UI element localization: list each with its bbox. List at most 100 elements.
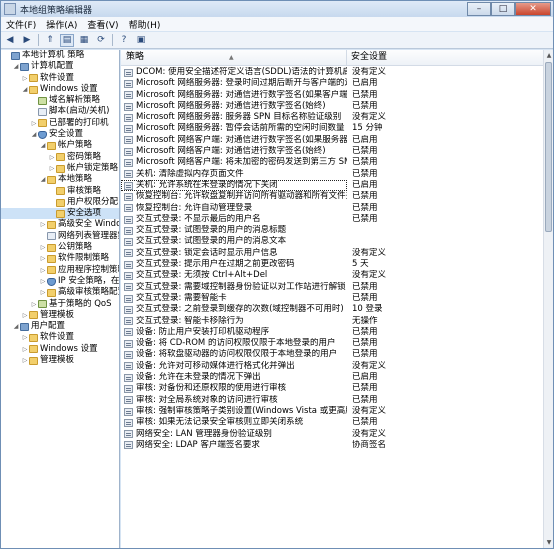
tree-item[interactable]: ◢ 计算机配置 <box>1 61 119 72</box>
expand-toggle-icon[interactable]: ▷ <box>39 276 47 287</box>
policy-row[interactable]: 恢复控制台: 允许自动管理登录 已禁用 <box>121 203 543 214</box>
tree-item[interactable]: ▷ 高级审核策略配置 <box>1 287 119 298</box>
policy-row[interactable]: Microsoft 网络服务器: 暂停会话前所需的空闲时间数量 15 分钟 <box>121 123 543 134</box>
policy-row[interactable]: 审核: 对全局系统对象的访问进行审核 已禁用 <box>121 395 543 406</box>
policy-row[interactable]: Microsoft 网络服务器: 对通信进行数字签名(始终) 已禁用 <box>121 101 543 112</box>
policy-row[interactable]: 交互式登录: 锁定会话时显示用户信息 没有定义 <box>121 248 543 259</box>
policy-row[interactable]: 设备: 允许在未登录的情况下弹出 已启用 <box>121 372 543 383</box>
tree-item[interactable]: ▷ IP 安全策略，在 <box>1 276 119 287</box>
policy-row[interactable]: 交互式登录: 提示用户在过期之前更改密码 5 天 <box>121 259 543 270</box>
policy-row[interactable]: 关机: 清除虚拟内存页面文件 已禁用 <box>121 169 543 180</box>
policy-row[interactable]: 设备: 将软盘驱动器的访问权限仅限于本地登录的用户 已禁用 <box>121 349 543 360</box>
policy-row[interactable]: 网络安全: LDAP 客户端签名要求 协商签名 <box>121 440 543 451</box>
tree-item[interactable]: ◢ 安全设置 <box>1 129 119 140</box>
menu-action[interactable]: 操作(A) <box>41 18 82 31</box>
vertical-scrollbar[interactable]: ▲ ▼ <box>543 50 553 548</box>
policy-row[interactable]: 审核: 强制审核策略子类别设置(Windows Vista 或更高版本... 没有… <box>121 406 543 417</box>
properties-icon[interactable]: ▣ <box>134 34 148 47</box>
refresh-icon[interactable]: ⟳ <box>94 34 108 47</box>
tree-item[interactable]: ◢ 用户配置 <box>1 321 119 332</box>
policy-row[interactable]: Microsoft 网络服务器: 对通信进行数字签名(如果客户端允... 已禁用 <box>121 90 543 101</box>
minimize-button[interactable]: – <box>467 2 491 16</box>
policy-row[interactable]: Microsoft 网络服务器: 登录时间过期后断开与客户端的连接 已启用 <box>121 78 543 89</box>
up-folder-icon[interactable]: ⇑ <box>43 34 57 47</box>
scrollbar-thumb[interactable] <box>545 62 552 232</box>
tree-item[interactable]: ◢ 帐户策略 <box>1 140 119 151</box>
expand-toggle-icon[interactable]: ▷ <box>39 253 47 264</box>
scroll-up-icon[interactable]: ▲ <box>544 50 553 61</box>
expand-toggle-icon[interactable]: ◢ <box>39 140 47 151</box>
policy-row[interactable]: 交互式登录: 试图登录的用户的消息文本 <box>121 236 543 247</box>
tree-item[interactable]: 域名解析策略 <box>1 95 119 106</box>
forward-arrow-icon[interactable]: ▶ <box>20 34 34 47</box>
expand-toggle-icon[interactable]: ▷ <box>39 265 47 276</box>
policy-row[interactable]: 网络安全: LAN 管理器身份验证级别 没有定义 <box>121 429 543 440</box>
tree-item[interactable]: ◢ Windows 设置 <box>1 84 119 95</box>
policy-row[interactable]: DCOM: 使用安全描述符定义语言(SDDL)语法的计算机启动... 没有定义 <box>121 67 543 78</box>
back-arrow-icon[interactable]: ◀ <box>3 34 17 47</box>
expand-toggle-icon[interactable]: ▷ <box>21 73 29 84</box>
policy-row[interactable]: 交互式登录: 需要智能卡 已禁用 <box>121 293 543 304</box>
expand-toggle-icon[interactable]: ◢ <box>30 129 38 140</box>
policy-row[interactable]: 恢复控制台: 允许软盘复制并访问所有驱动器和所有文件夹 已禁用 <box>121 191 543 202</box>
menu-help[interactable]: 帮助(H) <box>124 18 166 31</box>
tree-item[interactable]: ▷ 基于策略的 QoS <box>1 299 119 310</box>
policy-row[interactable]: 交互式登录: 不显示最后的用户名 已禁用 <box>121 214 543 225</box>
column-header-policy[interactable]: 策略 ▲ <box>121 50 347 65</box>
menu-view[interactable]: 查看(V) <box>82 18 123 31</box>
expand-toggle-icon[interactable]: ▷ <box>39 287 47 298</box>
scroll-down-icon[interactable]: ▼ <box>544 537 553 548</box>
policy-row[interactable]: 设备: 允许对可移动媒体进行格式化并弹出 没有定义 <box>121 361 543 372</box>
tree-item[interactable]: ▷ 软件设置 <box>1 73 119 84</box>
maximize-button[interactable]: □ <box>491 2 515 16</box>
policy-row[interactable]: 审核: 对备份和还原权限的使用进行审核 已禁用 <box>121 383 543 394</box>
expand-toggle-icon[interactable]: ◢ <box>39 174 47 185</box>
policy-row[interactable]: 关机: 允许系统在未登录的情况下关闭 已启用 <box>121 179 543 192</box>
show-tree-icon[interactable]: ▤ <box>60 33 74 47</box>
policy-row[interactable]: Microsoft 网络客户端: 对通信进行数字签名(始终) 已禁用 <box>121 146 543 157</box>
policy-row[interactable]: 设备: 防止用户安装打印机驱动程序 已禁用 <box>121 327 543 338</box>
tree-item[interactable]: ◢ 本地策略 <box>1 174 119 185</box>
tree-item[interactable]: 网络列表管理器策略 <box>1 231 119 242</box>
policy-row[interactable]: 交互式登录: 之前登录到缓存的次数(域控制器不可用时) 10 登录 <box>121 304 543 315</box>
expand-toggle-icon[interactable]: ◢ <box>21 84 29 95</box>
policy-row[interactable]: 交互式登录: 智能卡移除行为 无操作 <box>121 316 543 327</box>
tree-item[interactable]: ▷ 高级安全 Windows <box>1 219 119 230</box>
tree-item[interactable]: 用户权限分配 <box>1 197 119 208</box>
policy-row[interactable]: Microsoft 网络客户端: 对通信进行数字签名(如果服务器允... 已启用 <box>121 135 543 146</box>
tree-item[interactable]: 脚本(启动/关机) <box>1 106 119 117</box>
export-list-icon[interactable]: ▦ <box>77 34 91 47</box>
expand-toggle-icon[interactable]: ▷ <box>39 219 47 230</box>
tree-item[interactable]: 审核策略 <box>1 186 119 197</box>
expand-toggle-icon[interactable]: ▷ <box>21 310 29 321</box>
expand-toggle-icon[interactable]: ◢ <box>12 61 20 72</box>
expand-toggle-icon[interactable]: ▷ <box>21 355 29 366</box>
tree-item[interactable]: ▷ 密码策略 <box>1 152 119 163</box>
tree-item[interactable]: ▷ 软件设置 <box>1 332 119 343</box>
policy-row[interactable]: 交互式登录: 需要域控制器身份验证以对工作站进行解锁 已禁用 <box>121 282 543 293</box>
policy-row[interactable]: Microsoft 网络客户端: 将未加密的密码发送到第三方 SMB... 已禁用 <box>121 157 543 168</box>
tree-item[interactable]: ▷ 应用程序控制策略 <box>1 265 119 276</box>
close-button[interactable]: ✕ <box>515 2 551 16</box>
tree-item[interactable]: ▷ 公钥策略 <box>1 242 119 253</box>
policy-row[interactable]: 交互式登录: 无须按 Ctrl+Alt+Del 没有定义 <box>121 270 543 281</box>
expand-toggle-icon[interactable]: ▷ <box>48 152 56 163</box>
tree-item[interactable]: ▷ 管理模板 <box>1 310 119 321</box>
tree-item[interactable]: ▷ 帐户锁定策略 <box>1 163 119 174</box>
tree-item[interactable]: 安全选项 <box>1 208 119 220</box>
tree-item[interactable]: ▷ 软件限制策略 <box>1 253 119 264</box>
policy-row[interactable]: 设备: 将 CD-ROM 的访问权限仅限于本地登录的用户 已禁用 <box>121 338 543 349</box>
tree-item[interactable]: 本地计算机 策略 <box>1 50 119 61</box>
expand-toggle-icon[interactable]: ▷ <box>30 118 38 129</box>
expand-toggle-icon[interactable]: ▷ <box>21 344 29 355</box>
help-icon[interactable]: ? <box>117 34 131 47</box>
tree-item[interactable]: ▷ 管理模板 <box>1 355 119 366</box>
expand-toggle-icon[interactable]: ▷ <box>21 332 29 343</box>
menu-file[interactable]: 文件(F) <box>1 18 41 31</box>
column-header-setting[interactable]: 安全设置 <box>347 50 543 65</box>
expand-toggle-icon[interactable]: ▷ <box>30 299 38 310</box>
policy-row[interactable]: 交互式登录: 试图登录的用户的消息标题 <box>121 225 543 236</box>
title-bar[interactable]: 本地组策略编辑器 – □ ✕ <box>1 1 553 17</box>
expand-toggle-icon[interactable]: ▷ <box>39 242 47 253</box>
policy-row[interactable]: Microsoft 网络服务器: 服务器 SPN 目标名称验证级别 没有定义 <box>121 112 543 123</box>
